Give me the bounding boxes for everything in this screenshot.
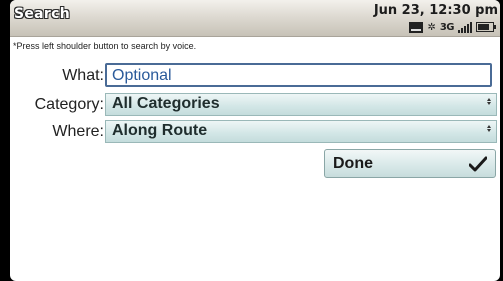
where-value: Along Route — [112, 122, 208, 139]
bluetooth-icon: ✲ — [427, 22, 436, 33]
network-3g-icon: 3G — [439, 22, 455, 33]
where-label: Where: — [52, 123, 104, 140]
message-icon — [409, 22, 424, 33]
checkmark-icon — [469, 156, 487, 172]
status-datetime: Jun 23, 12:30 pm — [373, 3, 498, 18]
battery-icon — [476, 22, 496, 32]
done-label: Done — [333, 155, 373, 172]
category-label: Category: — [34, 96, 104, 113]
select-arrows-icon — [487, 98, 491, 105]
what-row: What: Optional — [10, 63, 500, 89]
category-select[interactable]: All Categories — [105, 93, 497, 116]
select-arrows-icon — [487, 125, 491, 132]
category-row: Category: All Categories — [10, 92, 500, 118]
status-icons: ✲ 3G — [409, 21, 496, 33]
what-label: What: — [62, 67, 104, 84]
where-select[interactable]: Along Route — [105, 120, 497, 143]
app-title: Search — [14, 6, 70, 22]
what-input[interactable]: Optional — [105, 63, 492, 87]
signal-icon — [458, 22, 472, 33]
category-value: All Categories — [112, 95, 220, 112]
done-button[interactable]: Done — [324, 149, 496, 178]
where-row: Where: Along Route — [10, 119, 500, 145]
device-screen: Search Jun 23, 12:30 pm ✲ 3G *Press left… — [10, 0, 500, 281]
title-bar: Search Jun 23, 12:30 pm ✲ 3G — [10, 0, 500, 37]
voice-search-hint: *Press left shoulder button to search by… — [13, 41, 197, 51]
